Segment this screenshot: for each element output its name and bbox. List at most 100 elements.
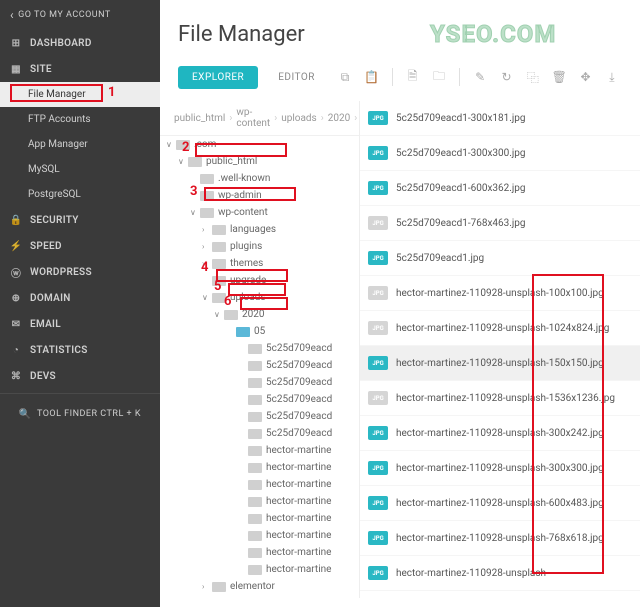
nav-sub-mysql[interactable]: MySQL	[0, 157, 160, 182]
tree-row[interactable]: 5c25d709eacd	[160, 340, 359, 357]
chevron-icon: ∨	[166, 140, 176, 149]
tree-row[interactable]: ∨public_html	[160, 153, 359, 170]
file-row[interactable]: JPG5c25d709eacd1-600x362.jpg	[360, 171, 640, 206]
file-name: hector-martinez-110928-unsplash-300x242.…	[396, 428, 604, 439]
tree-row[interactable]: 5c25d709eacd	[160, 408, 359, 425]
tree-label: hector-martine	[266, 513, 331, 524]
tree-row[interactable]: ∨wp-content	[160, 204, 359, 221]
tool-finder[interactable]: 🔍 TOOL FINDER CTRL + K	[0, 398, 160, 430]
nav-icon: ▦	[10, 63, 22, 75]
nav-dashboard[interactable]: ⊞DASHBOARD	[0, 30, 160, 56]
tree-row[interactable]: ›languages	[160, 221, 359, 238]
file-row[interactable]: JPG hector-martinez-110928-unsplash-600x4…	[360, 486, 640, 521]
nav-site[interactable]: ▦SITE	[0, 56, 160, 82]
download-icon[interactable]: ⤓	[602, 65, 622, 89]
nav-statistics[interactable]: ◔STATISTICS	[0, 337, 160, 363]
breadcrumb[interactable]: public_html›wp-content›uploads›2020›05	[160, 101, 359, 136]
nav-sub-postgresql[interactable]: PostgreSQL	[0, 182, 160, 207]
nav-sub-file-manager[interactable]: File Manager	[0, 82, 160, 107]
tree-row[interactable]: hector-martine	[160, 561, 359, 578]
nav-icon: ⌘	[10, 370, 22, 382]
move-icon[interactable]: ✥	[575, 65, 595, 89]
chevron-icon: ›	[202, 242, 212, 251]
nav-email[interactable]: ✉EMAIL	[0, 311, 160, 337]
file-name: 5c25d709eacd1-600x362.jpg	[396, 183, 526, 194]
file-name: hector-martinez-110928-unsplash-600x483.…	[396, 498, 604, 509]
tree-row[interactable]: hector-martine	[160, 544, 359, 561]
file-row[interactable]: JPGhector-martinez-110928-unsplash-1536x…	[360, 381, 640, 416]
tree-row[interactable]: hector-martine	[160, 493, 359, 510]
tree-row[interactable]: ›siteground-optimizer	[160, 595, 359, 598]
folder-icon	[248, 344, 262, 354]
nav-icon: ⊞	[10, 37, 22, 49]
tree-row[interactable]: hector-martine	[160, 527, 359, 544]
nav-devs[interactable]: ⌘DEVS	[0, 363, 160, 389]
new-folder-icon[interactable]: 🗀	[429, 65, 449, 89]
file-row[interactable]: JPG5c25d709eacd1-300x300.jpg	[360, 136, 640, 171]
file-row[interactable]: JPG5c25d709eacd1-300x181.jpg	[360, 101, 640, 136]
folder-icon	[248, 531, 262, 541]
tree-row[interactable]: ∨.com	[160, 136, 359, 153]
refresh-icon[interactable]: ↻	[496, 65, 516, 89]
file-row[interactable]: JPGhector-martinez-110928-unsplash	[360, 556, 640, 591]
duplicate-icon[interactable]: ⿻	[523, 65, 543, 89]
tree-row[interactable]: ›plugins	[160, 238, 359, 255]
nav-speed[interactable]: ⚡SPEED	[0, 233, 160, 259]
nav-security[interactable]: 🔒SECURITY	[0, 207, 160, 233]
file-row[interactable]: JPG5c25d709eacd1.jpg	[360, 241, 640, 276]
tree-label: upgrade	[230, 275, 266, 286]
tree-row[interactable]: hector-martine	[160, 476, 359, 493]
delete-icon[interactable]: 🗑	[549, 65, 569, 89]
tree-row[interactable]: .well-known	[160, 170, 359, 187]
tree-row[interactable]: 5c25d709eacd	[160, 425, 359, 442]
tree-row[interactable]: ∨2020	[160, 306, 359, 323]
tree-row[interactable]: 5c25d709eacd	[160, 374, 359, 391]
nav-icon: 🔒	[10, 214, 22, 226]
tree-row[interactable]: 5c25d709eacd	[160, 357, 359, 374]
file-row[interactable]: JPGhector-martinez-110928-unsplash-300x2…	[360, 416, 640, 451]
file-row[interactable]: JPGhector-martinez-110928-unsplash-300x3…	[360, 451, 640, 486]
copy-icon[interactable]: ⧉	[335, 65, 355, 89]
jpg-icon: JPG	[368, 496, 388, 510]
file-row[interactable]: JPGhector-martinez-110928-unsplash-150x1…	[360, 346, 640, 381]
tree-label: hector-martine	[266, 530, 331, 541]
tab-explorer[interactable]: EXPLORER	[178, 66, 258, 89]
tree-row[interactable]: wp-admin	[160, 187, 359, 204]
file-row[interactable]: JPGhector-martinez-110928-unsplash-768x6…	[360, 521, 640, 556]
tree-row[interactable]: ›themes	[160, 255, 359, 272]
nav-wordpress[interactable]: ⓦWORDPRESS	[0, 259, 160, 285]
tree-row[interactable]: hector-martine	[160, 442, 359, 459]
tree-label: 5c25d709eacd	[266, 377, 332, 388]
goto-account-link[interactable]: GO TO MY ACCOUNT	[0, 0, 160, 30]
crumb-segment[interactable]: wp-content	[236, 107, 270, 129]
crumb-segment[interactable]: uploads	[281, 113, 317, 124]
nav-domain[interactable]: ⊕DOMAIN	[0, 285, 160, 311]
folder-icon	[212, 293, 226, 303]
edit-icon[interactable]: ✎	[470, 65, 490, 89]
tree-row[interactable]: ∨uploads	[160, 289, 359, 306]
new-file-icon[interactable]: 🗎	[402, 65, 422, 89]
crumb-segment[interactable]: public_html	[174, 113, 225, 124]
tree-label: 05	[254, 326, 265, 337]
tree-row[interactable]: upgrade	[160, 272, 359, 289]
file-row[interactable]: JPG5c25d709eacd1-768x463.jpg	[360, 206, 640, 241]
paste-icon[interactable]: 📋	[361, 65, 381, 89]
chevron-icon: ∨	[214, 310, 224, 319]
tree-row[interactable]: hector-martine	[160, 510, 359, 527]
file-row[interactable]: JPGhector-martinez-110928-unsplash-100x1…	[360, 276, 640, 311]
tree-label: themes	[230, 258, 263, 269]
tree-row[interactable]: 5c25d709eacd	[160, 391, 359, 408]
tab-editor[interactable]: EDITOR	[264, 66, 329, 89]
tree-label: wp-content	[218, 207, 268, 218]
tree-row[interactable]: 05	[160, 323, 359, 340]
tree-row[interactable]: hector-martine	[160, 459, 359, 476]
nav-sub-ftp-accounts[interactable]: FTP Accounts	[0, 107, 160, 132]
tree-row[interactable]: ›elementor	[160, 578, 359, 595]
nav-sub-app-manager[interactable]: App Manager	[0, 132, 160, 157]
tree-label: 5c25d709eacd	[266, 343, 332, 354]
folder-icon	[248, 412, 262, 422]
folder-icon	[248, 395, 262, 405]
jpg-icon: JPG	[368, 356, 388, 370]
crumb-segment[interactable]: 2020	[328, 113, 350, 124]
file-row[interactable]: JPGhector-martinez-110928-unsplash-1024x…	[360, 311, 640, 346]
